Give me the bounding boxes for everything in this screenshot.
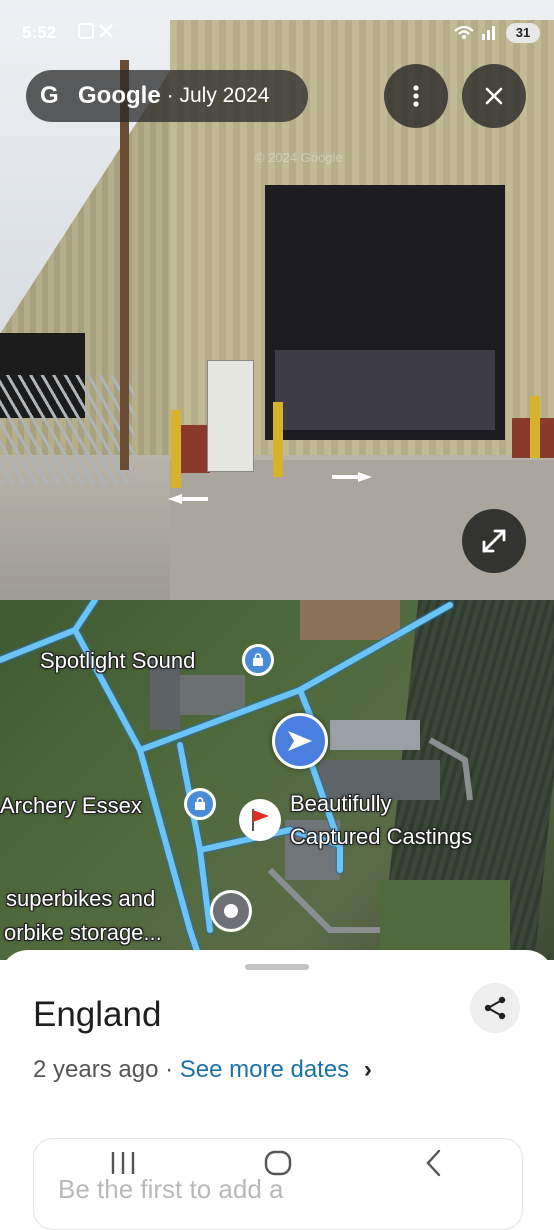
flag-icon (252, 809, 269, 831)
signal-icons (452, 22, 500, 45)
place-label-spotlight-sound[interactable]: Spotlight Sound (40, 648, 195, 674)
side-door (207, 360, 254, 472)
location-dot-icon (224, 904, 238, 918)
street-view-panorama[interactable]: © 2024 Google 5:52 31 G Google · July 20… (0, 0, 554, 600)
brand-name: Google (78, 82, 161, 109)
place-label-beautifully-line2[interactable]: Captured Castings (290, 824, 472, 850)
generic-place-pin[interactable] (210, 890, 252, 932)
more-vert-icon (413, 85, 419, 107)
warehouse-interior (275, 350, 495, 430)
recent-apps-button[interactable] (108, 1150, 138, 1181)
imagery-info-pill[interactable]: G Google · July 2024 (26, 70, 308, 122)
bollard (273, 402, 283, 477)
see-more-dates-link[interactable]: See more dates (180, 1056, 349, 1083)
stacked-fencing (0, 375, 135, 485)
google-g-icon: G (40, 82, 59, 109)
navigation-arrow-icon (288, 731, 312, 751)
status-notification-icons (78, 22, 118, 45)
place-label-superbikes-line1[interactable]: superbikes and (6, 886, 155, 912)
home-button[interactable] (263, 1148, 293, 1183)
close-icon (485, 87, 503, 105)
share-icon (484, 996, 506, 1020)
watermark: © 2024 Google (255, 150, 343, 165)
share-button[interactable] (470, 983, 520, 1033)
expand-button[interactable] (462, 509, 526, 573)
place-label-archery-essex[interactable]: Archery Essex (0, 793, 142, 819)
more-options-button[interactable] (384, 64, 448, 128)
shopping-bag-icon (195, 797, 205, 810)
place-label-superbikes-line2[interactable]: orbike storage... (4, 920, 162, 946)
close-button[interactable] (462, 64, 526, 128)
capture-date: · July 2024 (166, 84, 270, 107)
brick-base (180, 425, 210, 473)
imagery-age-line: 2 years ago · See more dates › (33, 1056, 372, 1084)
bollard (530, 396, 540, 458)
back-icon (426, 1149, 441, 1177)
map-view[interactable]: Spotlight Sound Archery Essex Beautifull… (0, 600, 554, 960)
system-navigation-bar (0, 1140, 554, 1200)
place-title: England (33, 995, 162, 1034)
fullscreen-expand-icon (482, 529, 506, 553)
shopping-bag-pin[interactable] (242, 644, 274, 676)
current-view-marker (272, 713, 328, 769)
back-button[interactable] (422, 1148, 446, 1183)
drag-handle[interactable] (245, 964, 309, 970)
bollard (171, 410, 181, 488)
shopping-bag-icon (253, 653, 263, 666)
chevron-right-icon[interactable]: › (364, 1056, 372, 1083)
shopping-bag-pin[interactable] (184, 788, 216, 820)
dropped-pin-flag[interactable] (239, 799, 281, 841)
imagery-age: 2 years ago · (33, 1056, 174, 1083)
place-label-beautifully-line1[interactable]: Beautifully (290, 791, 392, 817)
home-icon (264, 1150, 292, 1176)
battery-indicator: 31 (506, 23, 540, 43)
status-time: 5:52 (22, 23, 57, 42)
recent-apps-icon (111, 1152, 135, 1174)
